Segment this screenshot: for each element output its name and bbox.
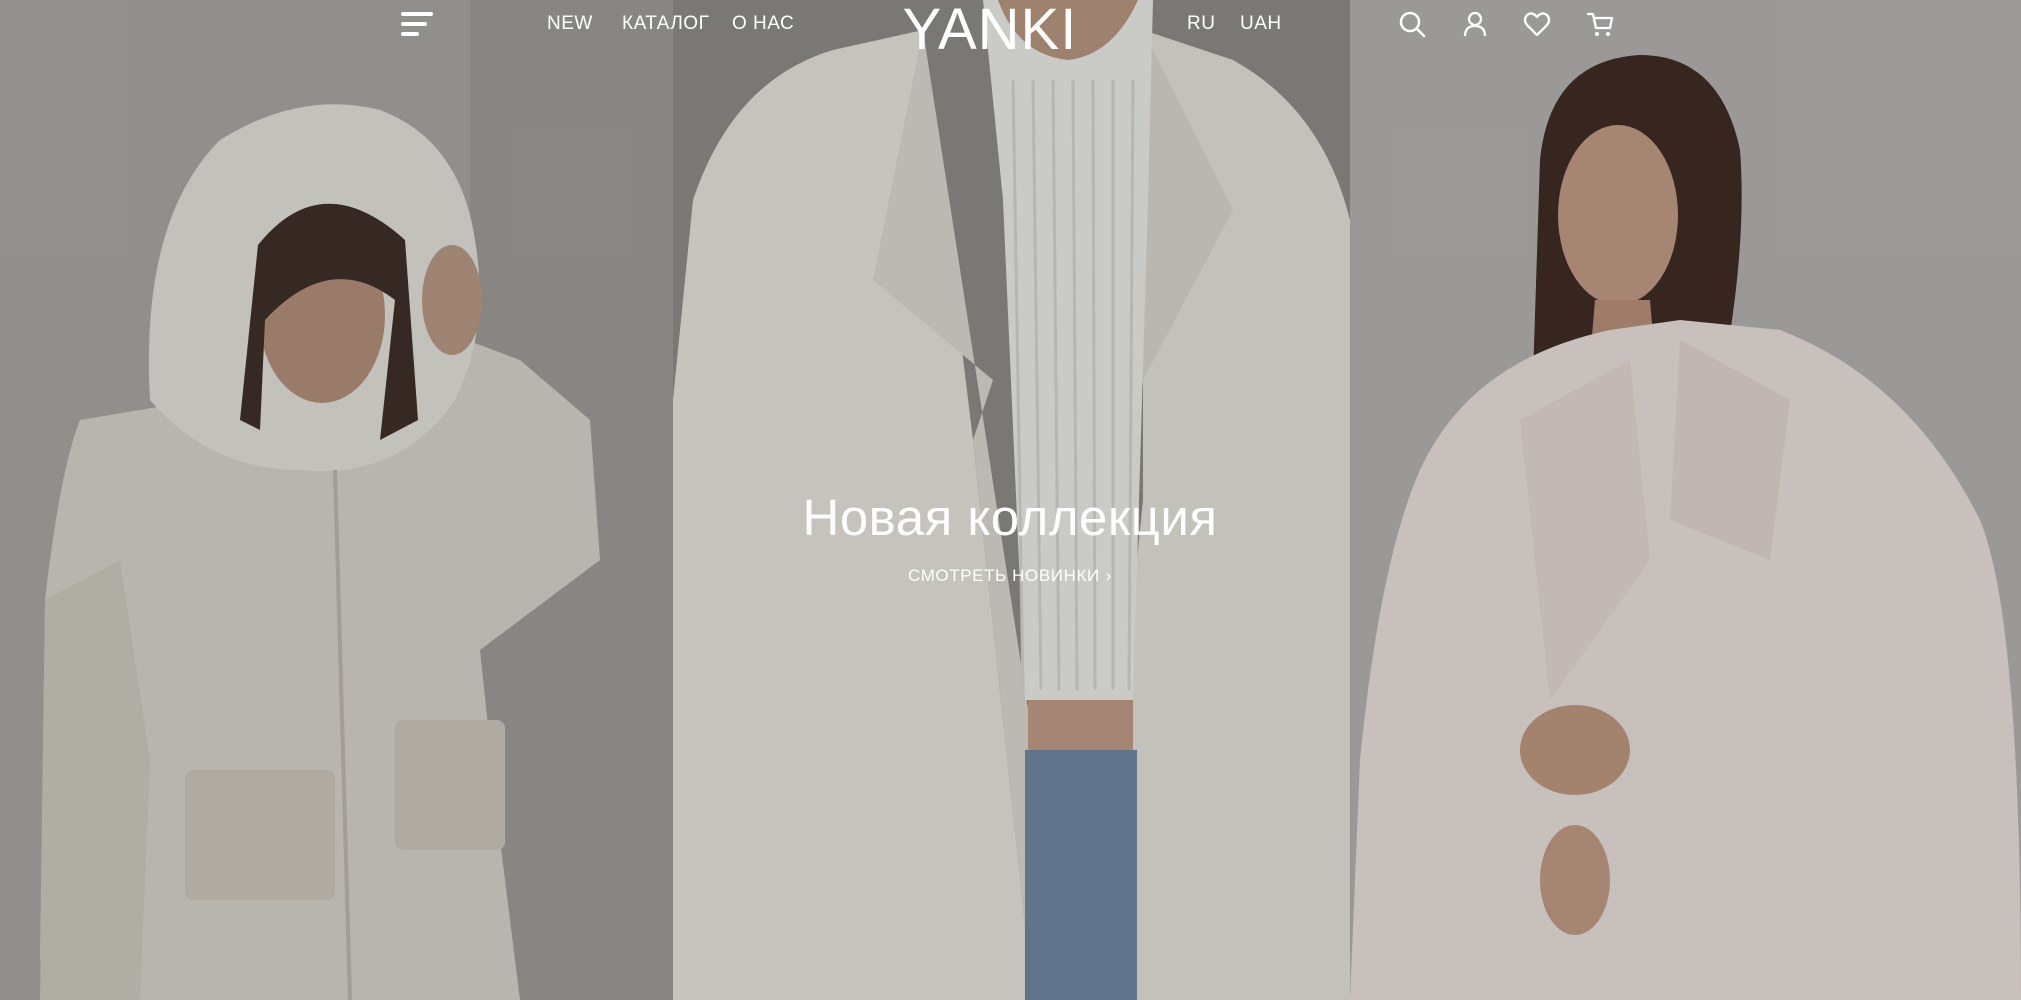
hero-image-left[interactable] <box>0 0 673 1000</box>
logo[interactable]: YANKI <box>900 0 1080 63</box>
language-selector[interactable]: RU <box>1187 13 1215 35</box>
chevron-right-icon: › <box>1105 566 1113 585</box>
site-header: NEW КАТАЛОГ О НАС YANKI RU UAH <box>0 0 2021 62</box>
menu-icon[interactable] <box>397 9 439 39</box>
currency-selector[interactable]: UAH <box>1240 13 1282 35</box>
hero-title: Новая коллекция <box>802 489 1218 546</box>
view-new-arrivals-link[interactable]: СМОТРЕТЬ НОВИНКИ › <box>860 566 1160 586</box>
heart-icon[interactable] <box>1522 9 1552 39</box>
nav-catalog[interactable]: КАТАЛОГ <box>622 13 709 35</box>
view-new-arrivals-label: СМОТРЕТЬ НОВИНКИ <box>907 566 1100 585</box>
user-icon[interactable] <box>1460 9 1490 39</box>
hero-image-right[interactable] <box>1350 0 2021 1000</box>
nav-about[interactable]: О НАС <box>732 13 794 35</box>
cart-icon[interactable] <box>1585 9 1615 39</box>
search-icon[interactable] <box>1397 9 1427 39</box>
nav-new[interactable]: NEW <box>547 13 593 35</box>
